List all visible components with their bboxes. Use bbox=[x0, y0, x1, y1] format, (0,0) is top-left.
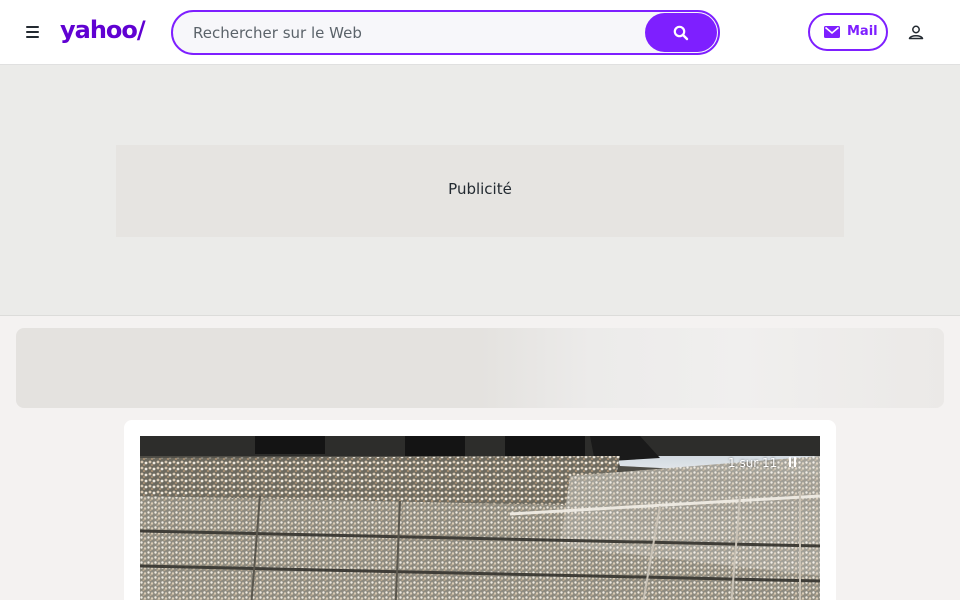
pause-icon bbox=[789, 457, 791, 467]
gallery-counter: 1 sur 11 bbox=[728, 456, 778, 470]
search-button[interactable] bbox=[645, 13, 717, 52]
ad-label: Publicité bbox=[448, 180, 512, 198]
envelope-icon bbox=[824, 26, 840, 38]
profile-button[interactable] bbox=[904, 21, 928, 45]
top-header: yahoo/ Mail bbox=[0, 0, 960, 65]
mail-button[interactable]: Mail bbox=[808, 13, 888, 51]
search-input[interactable] bbox=[193, 12, 643, 53]
mail-button-label: Mail bbox=[847, 24, 878, 39]
hamburger-icon-bar bbox=[26, 36, 39, 38]
search-bar bbox=[171, 10, 720, 55]
yahoo-logo[interactable]: yahoo/ bbox=[60, 15, 146, 45]
gallery-photo[interactable]: 1 sur 11 bbox=[140, 436, 820, 600]
gallery-pause-button[interactable] bbox=[786, 455, 800, 471]
stadium-photo-image bbox=[140, 436, 820, 600]
ad-slot[interactable]: Publicité bbox=[116, 145, 844, 237]
search-icon bbox=[673, 25, 689, 41]
hamburger-icon-bar bbox=[26, 26, 39, 28]
article-card: 1 sur 11 bbox=[124, 420, 836, 600]
hamburger-icon-bar bbox=[26, 31, 39, 33]
pause-icon bbox=[794, 457, 796, 467]
ad-band: Publicité bbox=[0, 65, 960, 316]
hamburger-menu-button[interactable] bbox=[22, 22, 46, 42]
user-icon bbox=[908, 25, 924, 40]
loading-placeholder bbox=[16, 328, 944, 408]
